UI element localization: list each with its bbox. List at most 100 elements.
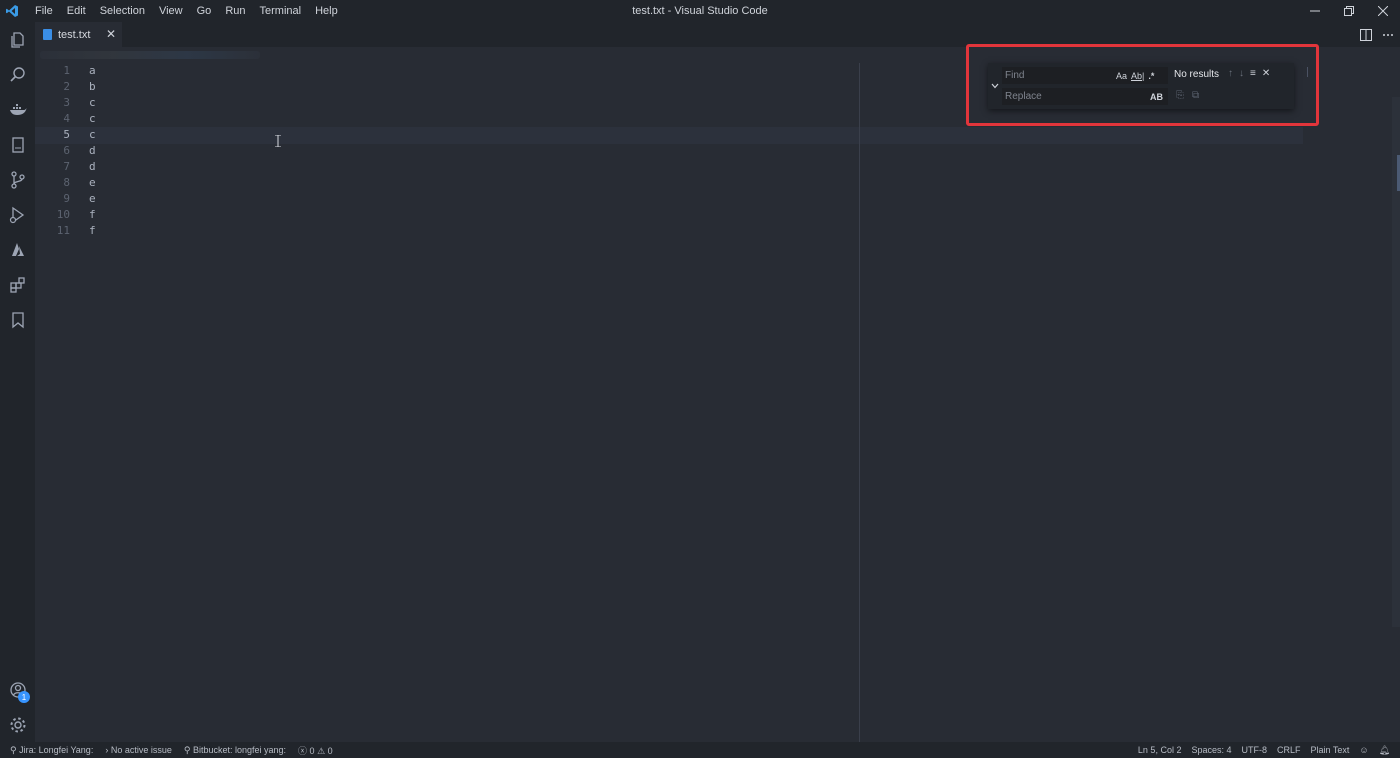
- search-icon: [9, 66, 25, 82]
- bitbucket-status[interactable]: ⚲ Bitbucket: longfei yang:: [184, 745, 286, 756]
- line-text: b: [89, 80, 96, 93]
- code-line: 2b: [35, 79, 1035, 95]
- code-line: 6d: [35, 143, 1035, 159]
- file-icon: [43, 29, 52, 40]
- jira-issue-status[interactable]: › No active issue: [105, 745, 172, 755]
- line-number: 8: [63, 176, 70, 189]
- files-icon: [10, 31, 24, 48]
- run-debug-button[interactable]: [0, 197, 35, 232]
- code-line: 7d: [35, 159, 1035, 175]
- restore-icon: [1344, 6, 1354, 16]
- line-number: 1: [63, 64, 70, 77]
- window-controls: [1298, 0, 1400, 22]
- title-bar: File Edit Selection View Go Run Terminal…: [0, 0, 1400, 22]
- editor-actions: [1360, 22, 1394, 47]
- menu-selection[interactable]: Selection: [93, 0, 152, 22]
- line-text: e: [89, 176, 96, 189]
- line-number: 6: [63, 144, 70, 157]
- split-editor-icon[interactable]: [1360, 28, 1372, 41]
- line-text: a: [89, 64, 96, 77]
- warning-icon: ⚠: [317, 745, 328, 756]
- line-text: f: [89, 208, 96, 221]
- tab-test-txt[interactable]: test.txt ✕: [35, 22, 122, 47]
- menu-edit[interactable]: Edit: [60, 0, 93, 22]
- line-text: e: [89, 192, 96, 205]
- notification-badge: 1: [18, 691, 30, 703]
- breadcrumb-blurred: [40, 51, 260, 59]
- code-line: 1a: [35, 63, 1035, 79]
- line-number: 9: [63, 192, 70, 205]
- tab-label: test.txt: [58, 28, 91, 41]
- run-debug-icon: [9, 206, 24, 223]
- minimize-button[interactable]: [1298, 0, 1332, 22]
- error-icon: ⓧ: [298, 745, 310, 756]
- annotation-highlight-box: [966, 44, 1319, 126]
- accounts-button[interactable]: 1: [0, 672, 35, 707]
- code-line: 10 f: [35, 207, 1035, 223]
- activity-bar: 1: [0, 22, 35, 742]
- line-number: 7: [63, 160, 70, 173]
- docker-icon: [9, 103, 26, 115]
- line-text: d: [89, 144, 96, 157]
- close-window-button[interactable]: [1366, 0, 1400, 22]
- line-text: c: [89, 96, 96, 109]
- close-icon: [1378, 6, 1388, 16]
- code-line: 8e: [35, 175, 1035, 191]
- bookmarks-button[interactable]: [0, 302, 35, 337]
- menu-help[interactable]: Help: [308, 0, 345, 22]
- notebook-button[interactable]: [0, 127, 35, 162]
- status-bar: ⚲ Jira: Longfei Yang: › No active issue …: [0, 742, 1400, 758]
- vscode-logo-icon: [0, 0, 24, 22]
- gear-icon: [10, 717, 25, 732]
- extensions-button[interactable]: [0, 267, 35, 302]
- minimize-icon: [1310, 10, 1320, 12]
- line-number: 2: [63, 80, 70, 93]
- azure-icon: [11, 242, 24, 256]
- more-actions-icon[interactable]: [1382, 29, 1394, 41]
- source-control-button[interactable]: [0, 162, 35, 197]
- line-number: 3: [63, 96, 70, 109]
- line-number: 10: [56, 208, 70, 221]
- manage-button[interactable]: [0, 707, 35, 742]
- menu-view[interactable]: View: [152, 0, 190, 22]
- vertical-scrollbar[interactable]: [1392, 97, 1400, 627]
- editor-area[interactable]: 1 a 2 b 3 c 4 c 5 c 6 d 7 d 8 e 9 e 10 f 11 f: [35, 63, 1400, 742]
- search-button[interactable]: [0, 57, 35, 92]
- line-number: 5: [63, 128, 70, 141]
- text-cursor-icon: [275, 135, 281, 147]
- azure-button[interactable]: [0, 232, 35, 267]
- problems-status[interactable]: ⓧ 0 ⚠ 0: [298, 744, 333, 757]
- end-of-line[interactable]: CRLF: [1277, 745, 1301, 755]
- extensions-icon: [9, 276, 25, 293]
- source-control-icon: [10, 170, 25, 189]
- vscode-window: File Edit Selection View Go Run Terminal…: [0, 0, 1400, 758]
- language-mode[interactable]: Plain Text: [1311, 745, 1350, 755]
- code-line: 4c: [35, 111, 1035, 127]
- line-text: f: [89, 224, 96, 237]
- docker-button[interactable]: [0, 92, 35, 127]
- line-number: 11: [56, 224, 70, 237]
- line-text: c: [89, 112, 96, 125]
- tab-close-button[interactable]: ✕: [106, 27, 116, 41]
- indentation[interactable]: Spaces: 4: [1191, 745, 1231, 755]
- menu-file[interactable]: File: [28, 0, 60, 22]
- menu-go[interactable]: Go: [190, 0, 219, 22]
- pin-icon: ⚲: [10, 744, 20, 755]
- menu-bar: File Edit Selection View Go Run Terminal…: [28, 0, 345, 22]
- line-number: 4: [63, 112, 70, 125]
- menu-terminal[interactable]: Terminal: [253, 0, 309, 22]
- line-text: c: [89, 128, 96, 141]
- encoding[interactable]: UTF-8: [1241, 745, 1267, 755]
- code-line: 9e: [35, 191, 1035, 207]
- code-line: 5c: [35, 127, 1035, 143]
- explorer-button[interactable]: [0, 22, 35, 57]
- restore-button[interactable]: [1332, 0, 1366, 22]
- pin-icon: ⚲: [183, 744, 193, 755]
- menu-run[interactable]: Run: [218, 0, 252, 22]
- cursor-position[interactable]: Ln 5, Col 2: [1138, 745, 1182, 755]
- line-text: d: [89, 160, 96, 173]
- bell-icon[interactable]: 🔔︎: [1379, 745, 1390, 756]
- jira-status[interactable]: ⚲ Jira: Longfei Yang:: [10, 745, 93, 756]
- book-icon: [11, 136, 24, 153]
- feedback-icon[interactable]: ☺: [1359, 745, 1368, 755]
